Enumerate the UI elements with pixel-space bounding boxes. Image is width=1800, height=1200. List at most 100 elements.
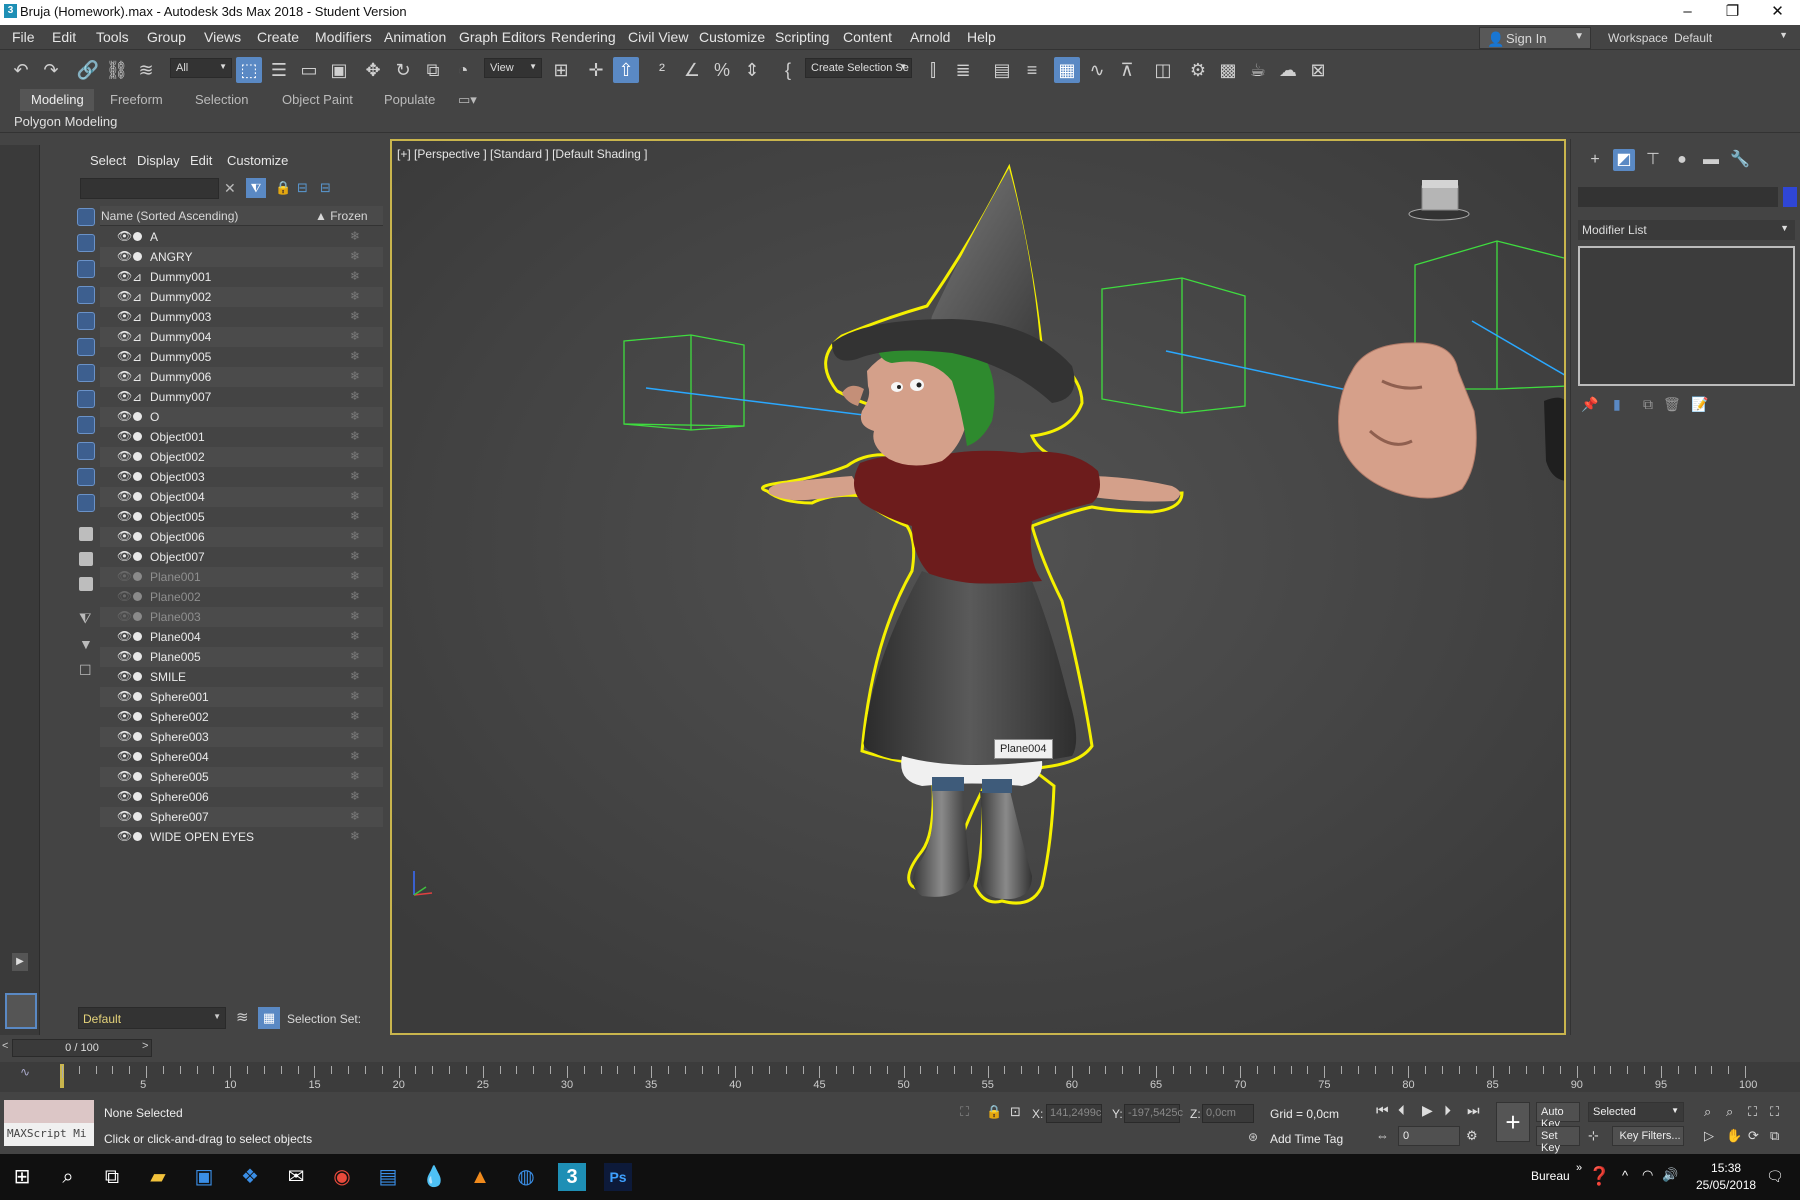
ribbon-options-icon[interactable]: ▭▾ [458, 89, 488, 111]
curve-editor-icon[interactable]: ∿ [1084, 57, 1110, 83]
filter-icon[interactable]: ▼ [79, 636, 93, 652]
object-name[interactable]: Dummy007 [150, 390, 211, 404]
render-in-cloud-icon[interactable]: ☁ [1275, 57, 1301, 83]
pin-stack-icon[interactable]: 📌 [1581, 396, 1598, 413]
restore-button[interactable]: ❐ [1710, 0, 1755, 25]
object-color-swatch[interactable] [1783, 187, 1797, 207]
menu-views[interactable]: Views [204, 29, 241, 45]
vlc-icon[interactable]: ▲ [466, 1163, 494, 1191]
hierarchy-tab-icon[interactable]: ⊤ [1642, 149, 1664, 171]
time-next-icon[interactable]: > [142, 1040, 148, 1052]
object-name[interactable]: Dummy003 [150, 310, 211, 324]
current-frame-field[interactable]: 0 [1398, 1126, 1460, 1146]
z-coordinate-field[interactable]: 0,0cm [1202, 1104, 1254, 1123]
list-item[interactable]: 👁 Object006 ❄ [100, 527, 383, 547]
field-of-view-icon[interactable]: ▷ [1704, 1128, 1714, 1144]
render-setup-icon[interactable]: ⚙ [1185, 57, 1211, 83]
object-name[interactable]: Sphere003 [150, 730, 209, 744]
object-name[interactable]: Plane003 [150, 610, 201, 624]
list-item[interactable]: 👁 Plane004 ❄ [100, 627, 383, 647]
frozen-toggle-icon[interactable]: ❄ [350, 429, 360, 443]
configure-modifier-sets-icon[interactable]: 📝 [1691, 396, 1708, 413]
menu-arnold[interactable]: Arnold [910, 29, 950, 45]
object-name[interactable]: Sphere001 [150, 690, 209, 704]
list-item[interactable]: 👁 ⊿ Dummy003 ❄ [100, 307, 383, 327]
toggle-layer-explorer-icon[interactable]: ≡ [1019, 57, 1045, 83]
file-explorer-icon[interactable]: ▰ [144, 1163, 172, 1191]
place-icon[interactable]: ◔ [450, 57, 476, 83]
object-name[interactable]: Sphere002 [150, 710, 209, 724]
zoom-all-icon[interactable]: ⌕ [1726, 1104, 1733, 1120]
maximize-viewport-icon[interactable]: ⧉ [1770, 1128, 1779, 1144]
keyboard-shortcut-override-icon[interactable]: ⇧ [613, 57, 639, 83]
visibility-eye-icon[interactable]: 👁 [117, 629, 132, 643]
3ds-max-icon[interactable]: 3 [558, 1163, 586, 1191]
frozen-toggle-icon[interactable]: ❄ [350, 369, 360, 383]
list-item[interactable]: 👁 Sphere006 ❄ [100, 787, 383, 807]
list-item[interactable]: 👁 ⊿ Dummy006 ❄ [100, 367, 383, 387]
dropbox-icon[interactable]: ❖ [236, 1163, 264, 1191]
filter-toggle-icon[interactable]: ⧨ [246, 178, 266, 198]
menu-animation[interactable]: Animation [384, 29, 446, 45]
frozen-toggle-icon[interactable]: ❄ [350, 289, 360, 303]
select-manipulate-icon[interactable]: ✛ [583, 57, 609, 83]
object-name[interactable]: Plane002 [150, 590, 201, 604]
link-icon[interactable]: 🔗 [75, 57, 101, 83]
frozen-toggle-icon[interactable]: ❄ [350, 549, 360, 563]
set-key-button[interactable]: Set Key [1536, 1126, 1580, 1154]
visibility-eye-icon[interactable]: 👁 [117, 389, 132, 403]
menu-create[interactable]: Create [257, 29, 299, 45]
viewport-scene[interactable] [392, 141, 1566, 1035]
list-item[interactable]: 👁 ⊿ Dummy007 ❄ [100, 387, 383, 407]
auto-key-button[interactable]: Auto Key [1536, 1102, 1580, 1130]
maxscript-output[interactable] [4, 1100, 94, 1123]
visibility-eye-icon[interactable]: 👁 [117, 709, 132, 723]
visibility-eye-icon[interactable]: 👁 [117, 509, 132, 523]
display-frozen-icon[interactable] [77, 468, 95, 486]
angle-snap-icon[interactable]: ∠ [679, 57, 705, 83]
visibility-eye-icon[interactable]: 👁 [117, 729, 132, 743]
column-frozen-header[interactable]: ▲ Frozen [315, 209, 368, 223]
frozen-toggle-icon[interactable]: ❄ [350, 449, 360, 463]
set-keys-icon[interactable]: + [1496, 1102, 1530, 1142]
render-production-icon[interactable]: ☕ [1245, 57, 1271, 83]
frozen-toggle-icon[interactable]: ❄ [350, 509, 360, 523]
object-name[interactable]: Plane004 [150, 630, 201, 644]
frozen-toggle-icon[interactable]: ❄ [350, 669, 360, 683]
list-item[interactable]: 👁 ⊿ Dummy002 ❄ [100, 287, 383, 307]
frozen-toggle-icon[interactable]: ❄ [350, 809, 360, 823]
x-coordinate-field[interactable]: 141,2499c [1046, 1104, 1102, 1123]
time-tag-icon[interactable]: ⊛ [1248, 1130, 1258, 1144]
scene-search-input[interactable] [80, 178, 219, 199]
object-name[interactable]: O [150, 410, 159, 424]
menu-edit[interactable]: Edit [52, 29, 76, 45]
schematic-view-icon[interactable]: ⊼ [1114, 57, 1140, 83]
go-to-end-icon[interactable]: ⏭ [1467, 1102, 1480, 1119]
frozen-toggle-icon[interactable]: ❄ [350, 829, 360, 843]
scale-icon[interactable]: ⧉ [420, 57, 446, 83]
display-geometry-icon[interactable] [77, 208, 95, 226]
frozen-toggle-icon[interactable]: ❄ [350, 709, 360, 723]
visibility-eye-icon[interactable]: 👁 [117, 489, 132, 503]
object-name[interactable]: Dummy002 [150, 290, 211, 304]
list-item[interactable]: 👁 Object003 ❄ [100, 467, 383, 487]
go-to-start-icon[interactable]: ⏮ [1376, 1102, 1389, 1119]
frozen-toggle-icon[interactable]: ❄ [350, 489, 360, 503]
add-time-tag[interactable]: Add Time Tag [1270, 1132, 1343, 1146]
workspace-select[interactable]: Default ▼ [1668, 27, 1794, 49]
zoom-icon[interactable]: ⌕ [1704, 1104, 1711, 1120]
object-name[interactable]: Object003 [150, 470, 205, 484]
se-menu-select[interactable]: Select [90, 153, 126, 168]
display-none-icon[interactable] [79, 552, 93, 566]
sort-by-layer-icon[interactable]: ▦ [258, 1007, 280, 1029]
list-item[interactable]: 👁 Plane005 ❄ [100, 647, 383, 667]
list-item[interactable]: 👁 Object005 ❄ [100, 507, 383, 527]
frozen-toggle-icon[interactable]: ❄ [350, 349, 360, 363]
percent-snap-icon[interactable]: % [709, 57, 735, 83]
object-name[interactable]: WIDE OPEN EYES [150, 830, 254, 844]
frozen-toggle-icon[interactable]: ❄ [350, 329, 360, 343]
display-tab-icon[interactable]: ▬ [1700, 149, 1722, 171]
visibility-eye-icon[interactable]: 👁 [117, 529, 132, 543]
visibility-eye-icon[interactable]: 👁 [117, 689, 132, 703]
display-xrefs-icon[interactable] [77, 390, 95, 408]
